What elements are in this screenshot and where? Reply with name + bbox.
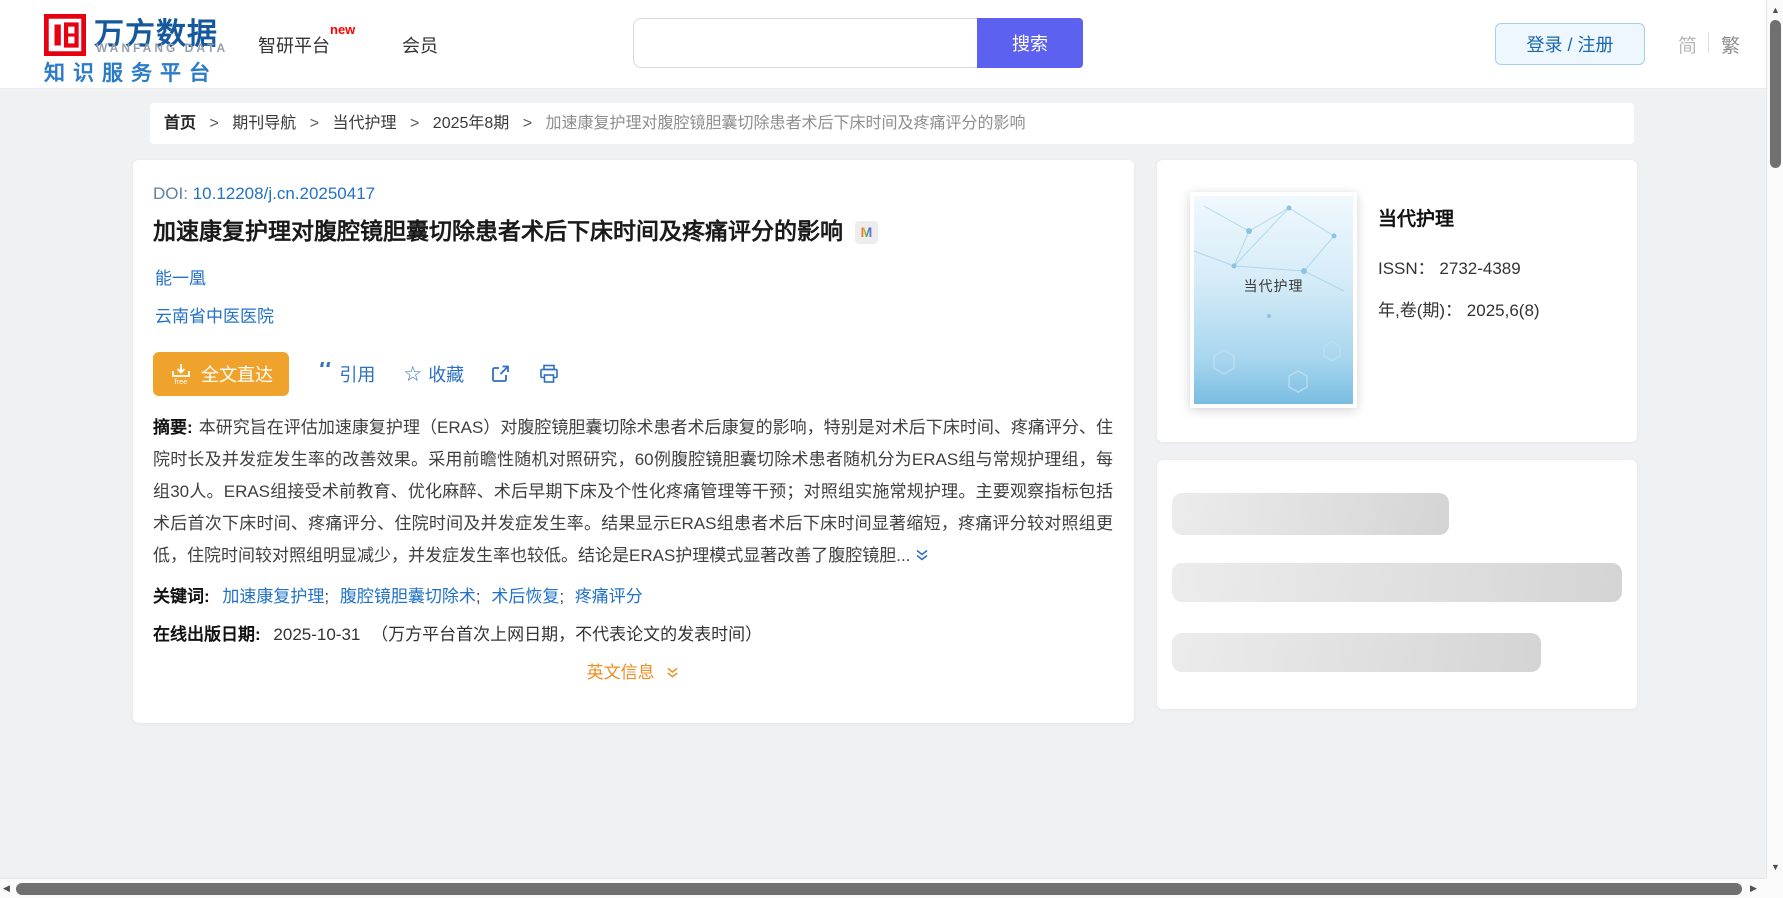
journal-issn-row: ISSN： 2732-4389 — [1378, 254, 1521, 279]
medical-badge-letter: M — [860, 224, 873, 240]
skeleton-placeholder — [1172, 633, 1541, 672]
search-button[interactable]: 搜索 — [977, 18, 1083, 68]
search-bar: 搜索 — [633, 18, 1083, 68]
journal-cover-art — [1194, 205, 1345, 393]
volume-value: 2025,6(8) — [1466, 301, 1540, 320]
brand-name-en: WANFANG DATA — [96, 41, 229, 55]
article-actions: free 全文直达 “ 引用 ☆ 收藏 — [153, 352, 560, 396]
author-link[interactable]: 能一凰 — [155, 264, 206, 289]
english-info-label: 英文信息 — [586, 663, 655, 682]
article-title: 加速康复护理对腹腔镜胆囊切除患者术后下床时间及疼痛评分的影响 M — [153, 214, 1113, 248]
lang-simplified-toggle[interactable]: 简 — [1678, 31, 1697, 58]
print-button[interactable] — [538, 363, 560, 385]
share-button[interactable] — [490, 363, 512, 385]
affiliation-link[interactable]: 云南省中医医院 — [155, 302, 274, 327]
breadcrumb: 首页 > 期刊导航 > 当代护理 > 2025年8期 > 加速康复护理对腹腔镜胆… — [150, 103, 1634, 144]
lang-traditional-toggle[interactable]: 繁 — [1721, 31, 1740, 58]
online-publish-label: 在线出版日期: — [153, 625, 261, 644]
keyword-link[interactable]: 加速康复护理 — [222, 587, 324, 606]
issn-label: ISSN： — [1378, 259, 1435, 278]
fulltext-button[interactable]: free 全文直达 — [153, 352, 289, 396]
keyword-link[interactable]: 术后恢复 — [491, 587, 559, 606]
journal-cover-title: 当代护理 — [1243, 278, 1304, 294]
star-icon: ☆ — [403, 362, 423, 386]
login-register-button[interactable]: 登录 / 注册 — [1495, 23, 1645, 65]
double-chevron-down-icon — [665, 665, 680, 685]
breadcrumb-separator: > — [309, 115, 320, 132]
vertical-scrollbar-thumb[interactable] — [1770, 20, 1781, 168]
favorite-label: 收藏 — [428, 365, 465, 385]
breadcrumb-separator: > — [410, 115, 420, 132]
nav-item-member[interactable]: 会员 — [402, 32, 438, 58]
keyword-link[interactable]: 腹腔镜胆囊切除术 — [340, 587, 476, 606]
journal-name-link[interactable]: 当代护理 — [1378, 204, 1454, 231]
online-publish-row: 在线出版日期: 2025-10-31 （万方平台首次上网日期，不代表论文的发表时… — [153, 620, 762, 645]
header: 万方数据 WANFANG DATA 知识服务平台 智研平台 new 会员 搜索 … — [0, 0, 1766, 89]
journal-cover[interactable]: 当代护理 — [1190, 192, 1357, 408]
journal-info-card: 当代护理 当代护理 ISSN： 2732-4389 年,卷(期)： 2025,6… — [1157, 160, 1637, 442]
abstract-text: 本研究旨在评估加速康复护理（ERAS）对腹腔镜胆囊切除术患者术后康复的影响，特别… — [153, 418, 1113, 565]
scroll-right-arrow[interactable]: ▶ — [1750, 883, 1757, 894]
brand-tagline: 知识服务平台 — [44, 62, 218, 85]
lang-divider — [1708, 32, 1709, 53]
wanfang-logo-icon — [44, 14, 86, 56]
horizontal-scrollbar[interactable]: ◀ ▶ — [0, 878, 1766, 898]
article-title-text: 加速康复护理对腹腔镜胆囊切除患者术后下床时间及疼痛评分的影响 — [153, 218, 843, 244]
english-info-toggle[interactable]: 英文信息 — [133, 658, 1134, 685]
breadcrumb-home[interactable]: 首页 — [164, 115, 196, 132]
breadcrumb-journal[interactable]: 当代护理 — [333, 115, 397, 132]
skeleton-placeholder — [1172, 563, 1622, 602]
share-icon — [492, 365, 510, 382]
doi-row: DOI: 10.12208/j.cn.20250417 — [153, 184, 375, 204]
scrollbar-corner — [1766, 878, 1783, 898]
nav-zhiyan-label: 智研平台 — [258, 36, 330, 56]
double-chevron-down-icon — [917, 549, 928, 561]
skeleton-placeholder — [1172, 493, 1449, 535]
journal-volume-row: 年,卷(期)： 2025,6(8) — [1378, 296, 1540, 321]
cite-button[interactable]: “ 引用 — [317, 361, 375, 387]
keyword-separator: ; — [324, 587, 330, 606]
keywords-label: 关键词: — [153, 587, 210, 606]
loading-card — [1157, 460, 1637, 709]
abstract: 摘要: 本研究旨在评估加速康复护理（ERAS）对腹腔镜胆囊切除术患者术后康复的影响… — [153, 412, 1113, 574]
horizontal-scrollbar-thumb[interactable] — [16, 883, 1742, 895]
keywords-row: 关键词: 加速康复护理; 腹腔镜胆囊切除术; 术后恢复; 疼痛评分 — [153, 582, 643, 607]
keyword-separator: ; — [475, 587, 481, 606]
quote-icon: “ — [317, 362, 334, 386]
abstract-label: 摘要: — [153, 418, 193, 437]
breadcrumb-issue[interactable]: 2025年8期 — [433, 115, 510, 132]
online-publish-note: （万方平台首次上网日期，不代表论文的发表时间） — [371, 625, 763, 644]
scroll-down-arrow[interactable]: ▼ — [1767, 862, 1783, 872]
expand-abstract-button[interactable] — [914, 542, 930, 574]
issn-value: 2732-4389 — [1439, 259, 1521, 278]
scroll-up-arrow[interactable]: ▲ — [1767, 5, 1783, 15]
breadcrumb-separator: > — [522, 115, 533, 132]
vertical-scrollbar[interactable]: ▲ ▼ — [1766, 0, 1783, 878]
fulltext-label: 全文直达 — [201, 365, 273, 385]
new-badge: new — [330, 22, 356, 37]
doi-label: DOI: — [153, 184, 188, 203]
search-input[interactable] — [633, 18, 977, 68]
article-card: DOI: 10.12208/j.cn.20250417 加速康复护理对腹腔镜胆囊… — [133, 160, 1134, 723]
keyword-link[interactable]: 疼痛评分 — [575, 587, 643, 606]
breadcrumb-separator: > — [209, 115, 219, 132]
online-publish-date: 2025-10-31 — [273, 625, 361, 644]
free-download-icon: free — [172, 364, 190, 386]
print-icon — [540, 364, 558, 383]
scroll-left-arrow[interactable]: ◀ — [3, 883, 10, 894]
doi-link[interactable]: 10.12208/j.cn.20250417 — [193, 184, 375, 203]
svg-text:free: free — [175, 377, 188, 386]
medical-badge-icon[interactable]: M — [855, 221, 878, 244]
volume-label: 年,卷(期)： — [1378, 301, 1463, 320]
keyword-separator: ; — [559, 587, 565, 606]
cite-label: 引用 — [339, 365, 376, 385]
breadcrumb-current: 加速康复护理对腹腔镜胆囊切除患者术后下床时间及疼痛评分的影响 — [545, 115, 1026, 132]
breadcrumb-journal-nav[interactable]: 期刊导航 — [232, 115, 296, 132]
nav-item-zhiyan-platform[interactable]: 智研平台 new — [258, 22, 355, 58]
favorite-button[interactable]: ☆ 收藏 — [403, 361, 464, 387]
